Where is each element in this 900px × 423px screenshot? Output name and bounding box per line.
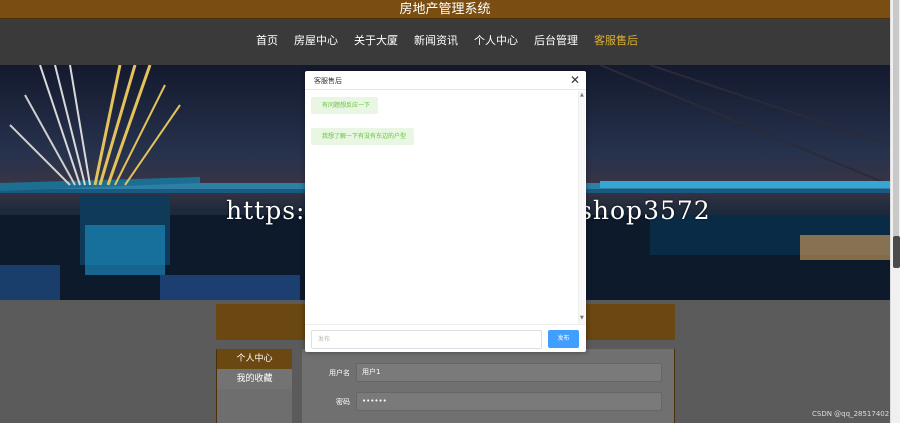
nav-item-admin[interactable]: 后台管理 [534,34,578,48]
nav-item-news[interactable]: 新闻资讯 [414,34,458,48]
chat-message: 有问题想反应一下 [311,97,379,114]
nav-item-about[interactable]: 关于大厦 [354,34,398,48]
sidebar-item-favorites[interactable]: 我的收藏 [217,369,292,389]
nav-item-home[interactable]: 首页 [256,34,278,48]
nav-item-personal-center[interactable]: 个人中心 [474,34,518,48]
sidebar-item-personal-center[interactable]: 个人中心 [217,349,292,369]
profile-form: 用户名 用户1 密码 •••••• [302,349,675,423]
dialog-title: 客服售后 [314,77,342,85]
nav-item-house-center[interactable]: 房屋中心 [294,34,338,48]
personal-sidebar: 个人中心 我的收藏 [216,349,292,423]
scroll-down-icon[interactable]: ▼ [580,316,584,321]
side-handle-tab[interactable] [893,236,900,268]
page-scrollbar[interactable] [890,0,900,423]
customer-service-dialog: 客服售后 ✕ 有问题想反应一下 我想了解一下有没有东边的户型 ▲ ▼ 发布 发布 [305,71,586,352]
scroll-up-icon[interactable]: ▲ [580,93,584,98]
chat-scrollbar[interactable]: ▲ ▼ [578,91,585,324]
dialog-header: 客服售后 ✕ [305,71,586,90]
username-row: 用户名 用户1 [302,363,675,383]
nav-item-customer-service[interactable]: 客服售后 [594,34,638,48]
csdn-watermark: CSDN @qq_28517402 [812,410,890,418]
password-label: 密码 [336,398,350,406]
page-scrollbar-thumb[interactable] [893,0,899,236]
password-row: 密码 •••••• [302,392,675,412]
site-title: 房地产管理系统 [399,2,491,17]
dialog-footer: 发布 发布 [305,324,586,352]
close-icon[interactable]: ✕ [570,73,580,87]
top-title-bar: 房地产管理系统 [0,0,890,19]
username-field[interactable]: 用户1 [356,363,662,382]
chat-message-area[interactable]: 有问题想反应一下 我想了解一下有没有东边的户型 ▲ ▼ [305,91,586,324]
message-input[interactable]: 发布 [311,330,542,349]
username-label: 用户名 [329,369,350,377]
main-nav: 首页 房屋中心 关于大厦 新闻资讯 个人中心 后台管理 客服售后 [0,19,890,65]
send-button[interactable]: 发布 [548,330,579,348]
chat-message: 我想了解一下有没有东边的户型 [311,128,415,145]
password-field[interactable]: •••••• [356,392,662,411]
